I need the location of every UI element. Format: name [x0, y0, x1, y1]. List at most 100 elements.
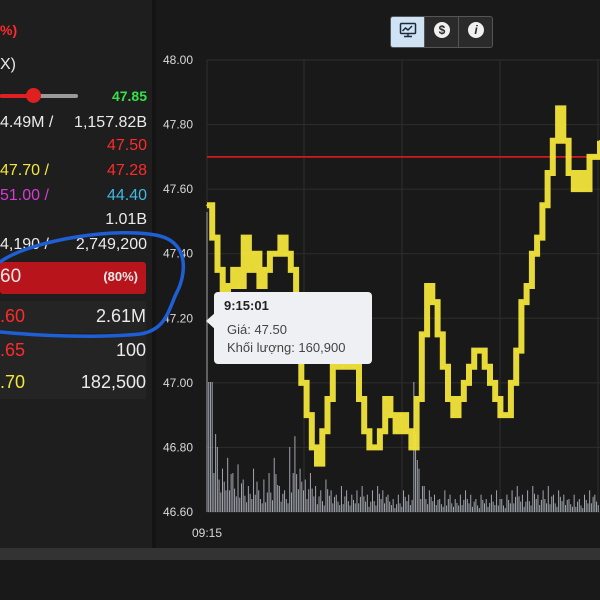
tooltip-price: Giá: 47.50 — [227, 322, 287, 337]
price-point — [206, 204, 208, 207]
price-point — [536, 236, 538, 239]
tooltip-volume: Khối lượng: 160,900 — [227, 340, 346, 355]
info-button[interactable]: i — [459, 17, 492, 47]
price-point — [483, 365, 486, 368]
price-point — [504, 414, 507, 416]
y-tick-label: 47.00 — [163, 376, 193, 390]
price-point — [363, 430, 366, 433]
x-tick-label: 09:15 — [192, 526, 222, 540]
price-point — [242, 236, 245, 239]
price-point — [557, 107, 559, 110]
price-point — [373, 446, 376, 449]
price-point — [211, 236, 214, 239]
price-point — [394, 430, 397, 433]
price-point — [400, 414, 402, 416]
price-point — [352, 365, 355, 368]
price-point — [494, 398, 497, 400]
price-point — [462, 382, 465, 384]
price-point — [562, 139, 565, 142]
price-point — [258, 285, 261, 287]
price-point — [588, 156, 591, 158]
chart-monitor-icon — [399, 22, 417, 43]
price-point — [499, 414, 502, 416]
y-tick-label: 47.20 — [163, 311, 193, 325]
price-point — [578, 172, 580, 174]
price-series-line — [207, 105, 600, 467]
price-point — [227, 285, 229, 287]
price-point — [478, 349, 481, 352]
bottom-panel — [0, 560, 600, 600]
price-point — [473, 349, 476, 352]
price-point — [248, 269, 250, 271]
price-point — [263, 269, 266, 271]
price-point — [321, 430, 324, 433]
y-axis-ticks: 48.00 47.80 47.60 47.40 47.20 47.00 46.80 46.60 — [163, 53, 193, 519]
price-point — [311, 446, 313, 449]
price-point — [316, 462, 318, 465]
price-point — [384, 398, 386, 400]
price-point — [389, 414, 392, 416]
price-point — [279, 236, 282, 239]
y-tick-label: 48.00 — [163, 53, 193, 67]
price-point — [531, 252, 533, 255]
price-point — [216, 269, 219, 271]
price-point — [567, 172, 570, 174]
price-point — [300, 382, 303, 384]
price-point — [326, 398, 329, 400]
price-point — [436, 333, 439, 336]
price-point — [520, 301, 523, 303]
price-point — [583, 188, 586, 190]
price-point — [468, 365, 470, 368]
price-tooltip: 9:15:01 Giá: 47.50 Khối lượng: 160,900 — [214, 292, 372, 364]
dollar-icon: $ — [433, 21, 451, 44]
price-point — [269, 252, 271, 255]
y-tick-label: 46.60 — [163, 505, 193, 519]
price-point — [541, 204, 544, 207]
price-point — [515, 349, 517, 352]
price-point — [593, 156, 596, 158]
price-point — [431, 301, 434, 303]
price-point — [358, 398, 360, 400]
y-tick-label: 46.80 — [163, 440, 193, 454]
price-point — [447, 398, 449, 400]
price-point — [342, 365, 345, 368]
price-point — [442, 365, 444, 368]
y-tick-label: 47.80 — [163, 118, 193, 132]
price-point — [405, 430, 407, 433]
price-point — [331, 365, 334, 368]
tooltip-time: 9:15:01 — [224, 298, 269, 313]
price-point — [253, 252, 255, 255]
price-point — [410, 446, 413, 449]
tooltip-pointer — [206, 312, 216, 330]
price-point — [284, 252, 287, 255]
price-point — [426, 285, 428, 287]
price-point — [232, 269, 234, 271]
price-point — [457, 398, 460, 400]
chart-view-button[interactable] — [391, 17, 425, 47]
price-point — [546, 172, 549, 174]
price-point — [368, 446, 371, 449]
price-point — [274, 252, 276, 255]
chart-toolbar: $ i — [390, 16, 493, 48]
price-point — [290, 269, 292, 271]
svg-text:$: $ — [438, 23, 445, 37]
price-point — [237, 285, 240, 287]
price-point — [552, 139, 554, 142]
price-point — [510, 382, 512, 384]
price-view-button[interactable]: $ — [425, 17, 459, 47]
intraday-price-chart[interactable]: 48.00 47.80 47.60 47.40 47.20 47.00 46.80 46.60… — [0, 0, 600, 548]
price-point — [525, 285, 528, 287]
price-point — [452, 414, 455, 416]
price-line-layer — [206, 105, 600, 467]
y-tick-label: 47.40 — [163, 247, 193, 261]
price-point — [421, 333, 423, 336]
price-point — [573, 188, 575, 190]
price-point — [305, 414, 308, 416]
x-axis-ticks: 09:15 — [192, 526, 222, 540]
price-point — [489, 382, 491, 384]
price-point — [415, 398, 418, 400]
y-tick-label: 47.60 — [163, 182, 193, 196]
price-point — [379, 430, 381, 433]
bottom-scrollbar[interactable] — [0, 548, 600, 560]
info-icon: i — [467, 21, 485, 44]
